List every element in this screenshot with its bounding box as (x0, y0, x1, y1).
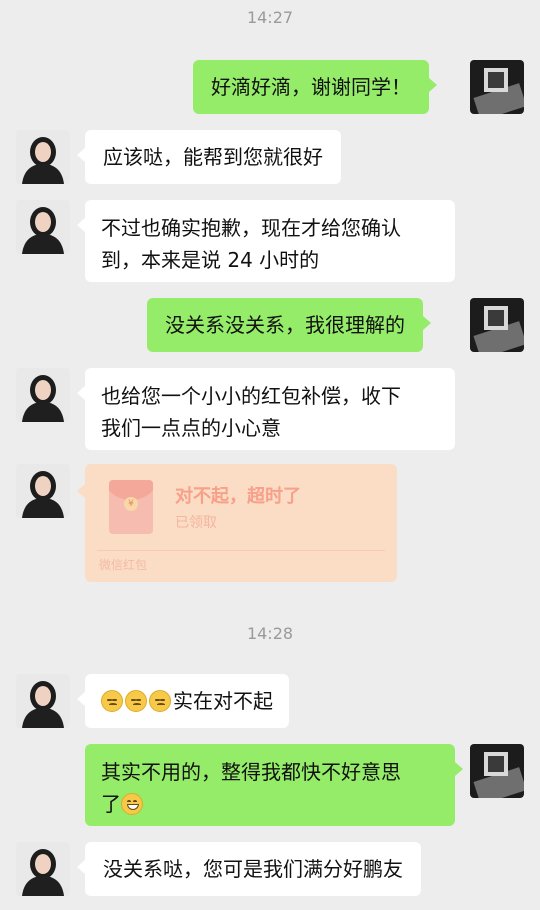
message-text: 应该哒，能帮到您就很好 (103, 145, 323, 169)
contact-avatar[interactable] (16, 674, 70, 728)
contact-avatar[interactable] (16, 464, 70, 518)
message-text-line: 不过也确实抱歉，现在才给您确认 (101, 216, 401, 240)
red-packet-title: 对不起，超时了 (175, 486, 301, 507)
message-text-line: 到，本来是说 24 小时的 (101, 248, 320, 272)
message-text-line: 其实不用的，整得我都快不好意思 (101, 760, 401, 784)
message-bubble-incoming[interactable]: 实在对不起 (77, 674, 289, 728)
message-text-line: 我们一点点的小心意 (101, 416, 281, 440)
my-avatar[interactable] (470, 744, 524, 798)
message-bubble-outgoing[interactable]: 没关系没关系，我很理解的 (147, 298, 431, 352)
message-text-line: 也给您一个小小的红包补偿，收下 (101, 384, 401, 408)
message-text: 没关系哒，您可是我们满分好鹏友 (103, 857, 403, 881)
contact-avatar[interactable] (16, 842, 70, 896)
my-avatar[interactable] (470, 298, 524, 352)
red-packet-message[interactable]: ¥ 对不起，超时了 已领取 微信红包 (77, 464, 397, 582)
contact-avatar[interactable] (16, 368, 70, 422)
contact-avatar[interactable] (16, 130, 70, 184)
message-bubble-incoming[interactable]: 不过也确实抱歉，现在才给您确认 到，本来是说 24 小时的 (77, 200, 455, 282)
message-bubble-outgoing[interactable]: 好滴好滴，谢谢同学！ (193, 60, 437, 114)
grinning-face-icon (121, 793, 143, 815)
pensive-face-icon (125, 690, 147, 712)
message-text: 实在对不起 (173, 689, 273, 713)
contact-avatar[interactable] (16, 200, 70, 254)
timestamp: 14:28 (246, 624, 294, 643)
message-bubble-incoming[interactable]: 也给您一个小小的红包补偿，收下 我们一点点的小心意 (77, 368, 455, 450)
message-text-line: 了 (101, 792, 121, 816)
message-text: 好滴好滴，谢谢同学！ (211, 75, 411, 99)
message-bubble-outgoing[interactable]: 其实不用的，整得我都快不好意思 了 (85, 744, 463, 826)
pensive-face-icon (101, 690, 123, 712)
pensive-face-icon (149, 690, 171, 712)
red-packet-seal: ¥ (124, 497, 138, 511)
red-packet-footer: 微信红包 (99, 558, 148, 572)
timestamp: 14:27 (246, 8, 294, 27)
message-text: 没关系没关系，我很理解的 (165, 313, 405, 337)
message-bubble-incoming[interactable]: 应该哒，能帮到您就很好 (77, 130, 341, 184)
message-bubble-incoming[interactable]: 没关系哒，您可是我们满分好鹏友 (77, 842, 421, 896)
red-packet-status: 已领取 (175, 515, 217, 531)
red-packet-divider (97, 550, 385, 551)
my-avatar[interactable] (470, 60, 524, 114)
red-packet-icon: ¥ (109, 480, 153, 534)
